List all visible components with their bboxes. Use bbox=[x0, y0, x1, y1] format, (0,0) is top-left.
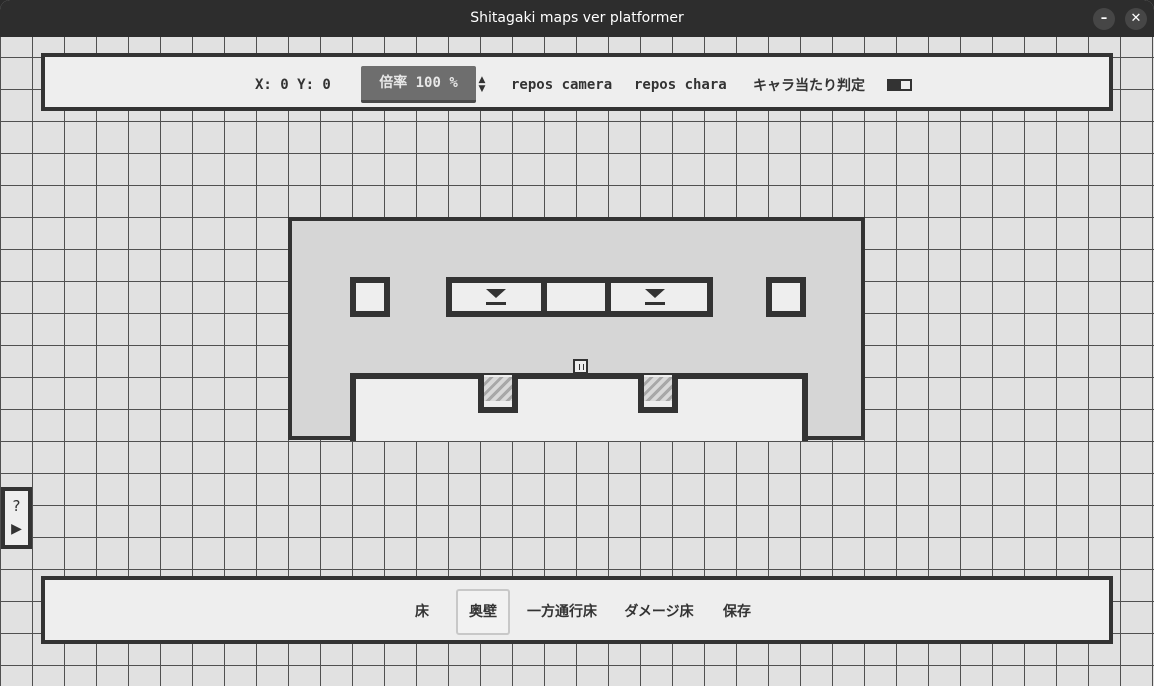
zoom-spinner[interactable]: ▲ ▼ bbox=[476, 76, 488, 96]
cursor-coords: X: 0 Y: 0 bbox=[255, 77, 331, 93]
spawn-marker-icon[interactable] bbox=[573, 359, 588, 374]
floor-block[interactable] bbox=[350, 277, 390, 317]
damage-block[interactable] bbox=[638, 375, 678, 413]
toggle-knob bbox=[901, 81, 910, 89]
play-icon[interactable]: ▶ bbox=[5, 521, 28, 537]
chevron-down-icon[interactable]: ▼ bbox=[476, 85, 488, 94]
spike-down-icon bbox=[486, 289, 506, 305]
tool-damage-floor[interactable]: ダメージ床 bbox=[617, 589, 701, 635]
minimize-icon[interactable]: – bbox=[1093, 8, 1115, 30]
app-window: Shitagaki maps ver platformer – ✕ X: 0 Y… bbox=[0, 0, 1154, 686]
repos-camera-button[interactable]: repos camera bbox=[511, 77, 612, 93]
spike-down-icon bbox=[645, 289, 665, 305]
save-button[interactable]: 保存 bbox=[717, 589, 757, 635]
top-toolbar: X: 0 Y: 0 倍率 100 % ▲ ▼ repos camera repo… bbox=[41, 53, 1113, 111]
tool-back-wall[interactable]: 奥壁 bbox=[456, 589, 510, 635]
close-icon[interactable]: ✕ bbox=[1125, 8, 1147, 30]
help-icon[interactable]: ? bbox=[5, 497, 28, 515]
bottom-toolbar: 床 奥壁 一方通行床 ダメージ床 保存 bbox=[41, 576, 1113, 644]
platform-divider bbox=[605, 283, 611, 311]
tool-one-way-floor[interactable]: 一方通行床 bbox=[519, 589, 605, 635]
damage-block[interactable] bbox=[478, 375, 518, 413]
window-title: Shitagaki maps ver platformer bbox=[470, 10, 684, 26]
ground-floor[interactable] bbox=[350, 373, 808, 441]
help-panel[interactable]: ? ▶ bbox=[1, 487, 32, 549]
damage-hatch-icon bbox=[644, 377, 672, 401]
tool-floor[interactable]: 床 bbox=[405, 589, 439, 635]
title-bar[interactable]: Shitagaki maps ver platformer – ✕ bbox=[0, 0, 1154, 37]
platform-row[interactable] bbox=[446, 277, 713, 317]
damage-hatch-icon bbox=[484, 377, 512, 401]
floor-block[interactable] bbox=[766, 277, 806, 317]
repos-chara-button[interactable]: repos chara bbox=[634, 77, 727, 93]
platform-divider bbox=[541, 283, 547, 311]
hitbox-label: キャラ当たり判定 bbox=[753, 78, 865, 94]
hitbox-toggle[interactable] bbox=[887, 79, 912, 91]
zoom-button[interactable]: 倍率 100 % bbox=[361, 66, 476, 103]
map-room[interactable] bbox=[288, 217, 865, 441]
